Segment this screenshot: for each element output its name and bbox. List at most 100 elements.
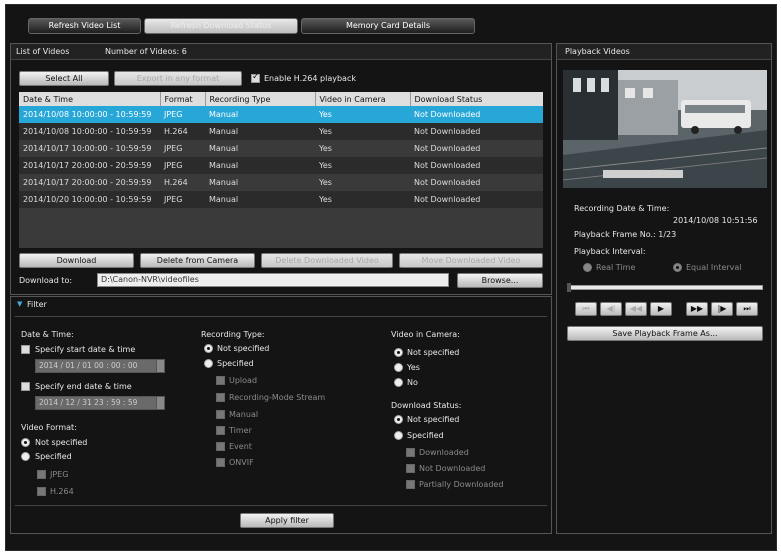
rt-not-specified-radio[interactable] (204, 344, 213, 353)
table-row[interactable]: 2014/10/20 10:00:00 - 10:59:59 JPEG Manual… (19, 191, 543, 208)
table-cell: Yes (315, 106, 410, 123)
equal-interval-radio[interactable] (673, 263, 682, 272)
column-header[interactable]: Format (160, 92, 206, 106)
playback-progress-track[interactable] (567, 283, 763, 292)
play-icon[interactable]: ▶ (650, 302, 672, 316)
last-frame-icon[interactable]: ⏭ (736, 302, 758, 316)
refresh-download-status-button[interactable]: Refresh Download Status (144, 18, 298, 34)
save-playback-frame-button[interactable]: Save Playback Frame As... (567, 326, 763, 341)
rt-timer-label: Timer (229, 426, 252, 435)
table-row[interactable]: 2014/10/17 20:00:00 - 20:59:59 H.264 Manua… (19, 174, 543, 191)
move-downloaded-video-button[interactable]: Move Downloaded Video (399, 253, 543, 268)
table-cell: Not Downloaded (410, 157, 543, 174)
column-header[interactable]: Video in Camera (315, 92, 411, 106)
real-time-radio[interactable] (583, 263, 592, 272)
rt-not-specified-label: Not specified (217, 344, 270, 353)
table-cell: Not Downloaded (410, 140, 543, 157)
fast-forward-icon[interactable]: ▶▶ (686, 302, 708, 316)
column-header[interactable]: Recording Type (205, 92, 316, 106)
rt-timer-checkbox[interactable] (216, 426, 225, 435)
ds-not-downloaded-checkbox[interactable] (406, 464, 415, 473)
download-to-label: Download to: (19, 276, 73, 285)
equal-interval-label: Equal Interval (686, 263, 742, 272)
rt-event-checkbox[interactable] (216, 442, 225, 451)
table-row[interactable]: 2014/10/08 10:00:00 - 10:59:59 H.264 Manua… (19, 123, 543, 140)
specify-end-label: Specify end date & time (35, 382, 132, 391)
column-header[interactable]: Download Status (410, 92, 543, 106)
table-cell: 2014/10/17 20:00:00 - 20:59:59 (19, 157, 160, 174)
rt-specified-radio[interactable] (204, 359, 213, 368)
camera-frame-image (563, 70, 767, 188)
table-row[interactable]: 2014/10/17 10:00:00 - 10:59:59 JPEG Manual… (19, 140, 543, 157)
video-preview[interactable] (563, 70, 767, 188)
export-any-format-button[interactable]: Export in any format (114, 71, 242, 86)
vf-specified-radio[interactable] (21, 452, 30, 461)
vic-no-radio[interactable] (394, 378, 403, 387)
start-datetime-field[interactable]: 2014 / 01 / 01 00 : 00 : 00 (35, 359, 165, 373)
select-all-button[interactable]: Select All (19, 71, 109, 86)
table-cell: Yes (315, 174, 410, 191)
video-list-header: List of Videos Number of Videos: 6 (11, 44, 551, 60)
table-row[interactable]: 2014/10/17 20:00:00 - 20:59:59 JPEG Manual… (19, 157, 543, 174)
ds-not-specified-radio[interactable] (394, 415, 403, 424)
rt-event-label: Event (229, 442, 252, 451)
delete-downloaded-video-button[interactable]: Delete Downloaded Video (261, 253, 393, 268)
table-header-row: Date & Time Format Recording Type Video … (19, 92, 543, 106)
step-forward-icon[interactable]: |▶ (711, 302, 733, 316)
ds-not-specified-label: Not specified (407, 415, 460, 424)
enable-h264-label: Enable H.264 playback (264, 74, 356, 83)
apply-filter-button[interactable]: Apply filter (240, 513, 334, 528)
download-status-label: Download Status: (391, 401, 462, 410)
vic-yes-radio[interactable] (394, 363, 403, 372)
ds-partially-downloaded-label: Partially Downloaded (419, 480, 504, 489)
rt-recording-mode-stream-checkbox[interactable] (216, 393, 225, 402)
download-button[interactable]: Download (19, 253, 134, 268)
table-cell: H.264 (160, 174, 205, 191)
filter-header[interactable]: ▼ Filter (11, 297, 551, 313)
playback-panel: Playback Videos Recording Date & Time: 2… (556, 43, 772, 534)
ds-downloaded-checkbox[interactable] (406, 448, 415, 457)
table-cell: JPEG (160, 191, 205, 208)
vic-not-specified-radio[interactable] (394, 348, 403, 357)
vic-not-specified-label: Not specified (407, 348, 460, 357)
enable-h264-checkbox[interactable] (251, 72, 260, 83)
table-cell: Not Downloaded (410, 106, 543, 123)
ds-not-downloaded-label: Not Downloaded (419, 464, 486, 473)
vf-not-specified-radio[interactable] (21, 438, 30, 447)
rewind-icon[interactable]: ◀◀ (625, 302, 647, 316)
specify-start-label: Specify start date & time (35, 345, 136, 354)
specify-end-checkbox[interactable] (21, 382, 30, 391)
specify-start-checkbox[interactable] (21, 345, 30, 354)
rt-manual-checkbox[interactable] (216, 410, 225, 419)
rt-upload-checkbox[interactable] (216, 376, 225, 385)
filter-title: Filter (27, 300, 47, 309)
vf-h264-checkbox[interactable] (37, 487, 46, 496)
rt-onvif-checkbox[interactable] (216, 458, 225, 467)
vf-jpeg-checkbox[interactable] (37, 470, 46, 479)
memory-card-details-button[interactable]: Memory Card Details (301, 18, 475, 34)
end-spinner[interactable] (156, 397, 164, 409)
start-spinner[interactable] (156, 360, 164, 372)
delete-from-camera-button[interactable]: Delete from Camera (140, 253, 255, 268)
table-cell: Manual (205, 191, 315, 208)
table-cell: Manual (205, 140, 315, 157)
rt-manual-label: Manual (229, 410, 259, 419)
column-header[interactable]: Date & Time (19, 92, 161, 106)
table-row[interactable]: 2014/10/08 10:00:00 - 10:59:59 JPEG Manual… (19, 106, 543, 123)
vic-yes-label: Yes (407, 363, 420, 372)
table-cell: Not Downloaded (410, 174, 543, 191)
step-back-icon[interactable]: ◀| (600, 302, 622, 316)
real-time-label: Real Time (596, 263, 636, 272)
end-datetime-field[interactable]: 2014 / 12 / 31 23 : 59 : 59 (35, 396, 165, 410)
ds-specified-radio[interactable] (394, 431, 403, 440)
ds-partially-downloaded-checkbox[interactable] (406, 480, 415, 489)
table-cell: JPEG (160, 157, 205, 174)
first-frame-icon[interactable]: ⏮ (575, 302, 597, 316)
playback-header: Playback Videos (557, 44, 771, 60)
start-datetime-value: 2014 / 01 / 01 00 : 00 : 00 (39, 361, 138, 370)
refresh-video-list-button[interactable]: Refresh Video List (28, 18, 141, 34)
filter-bottom-divider (15, 505, 547, 506)
playback-progress-handle[interactable] (567, 283, 571, 292)
browse-button[interactable]: Browse... (457, 273, 543, 288)
download-path-field[interactable]: D:\Canon-NVR\videofiles (97, 273, 449, 287)
